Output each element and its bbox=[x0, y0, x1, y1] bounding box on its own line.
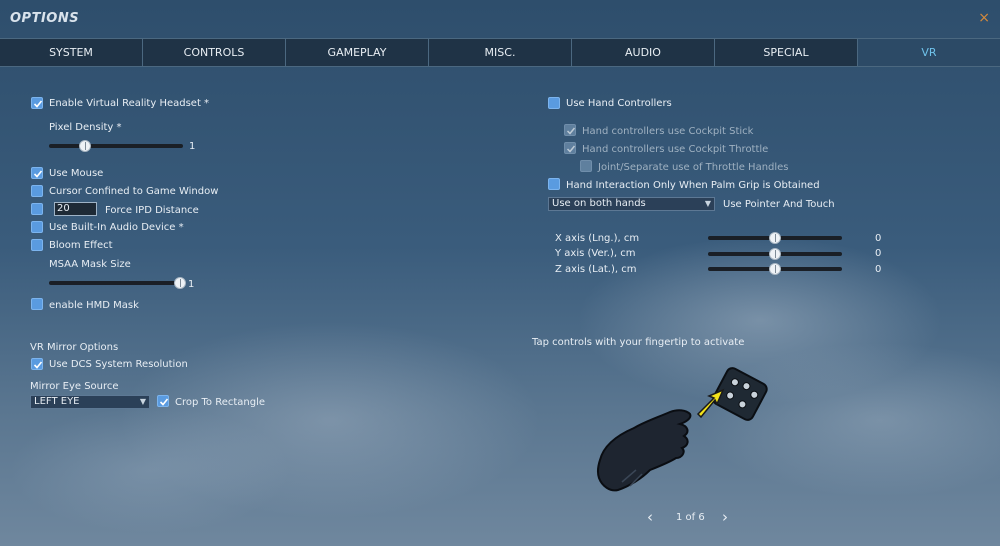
dcs-resolution-label: Use DCS System Resolution bbox=[49, 359, 188, 370]
bloom-checkbox[interactable] bbox=[31, 239, 43, 251]
tab-system[interactable]: SYSTEM bbox=[0, 39, 143, 66]
z-axis-knob[interactable] bbox=[769, 263, 781, 275]
tab-misc[interactable]: MISC. bbox=[429, 39, 572, 66]
tab-special[interactable]: SPECIAL bbox=[715, 39, 858, 66]
mirror-heading: VR Mirror Options bbox=[30, 342, 119, 353]
y-axis-knob[interactable] bbox=[769, 248, 781, 260]
mirror-eye-value: LEFT EYE bbox=[34, 396, 80, 407]
msaa-label: MSAA Mask Size bbox=[49, 259, 131, 270]
window-title: OPTIONS bbox=[10, 11, 80, 26]
hmd-mask-checkbox[interactable] bbox=[31, 298, 43, 310]
enable-vr-label: Enable Virtual Reality Headset * bbox=[49, 98, 210, 109]
hands-select[interactable]: Use on both hands ▼ bbox=[548, 197, 715, 211]
y-axis-label: Y axis (Ver.), cm bbox=[555, 248, 636, 259]
pixel-density-slider[interactable] bbox=[49, 144, 183, 148]
pager-text: 1 of 6 bbox=[676, 512, 705, 523]
glove-tap-controller-icon bbox=[596, 367, 768, 492]
tip-text: Tap controls with your fingertip to acti… bbox=[532, 337, 745, 348]
hmd-mask-label: enable HMD Mask bbox=[49, 300, 139, 311]
cockpit-stick-checkbox[interactable] bbox=[564, 124, 576, 136]
chevron-right-icon[interactable]: › bbox=[722, 508, 728, 526]
z-axis-value: 0 bbox=[875, 264, 882, 275]
x-axis-value: 0 bbox=[875, 233, 882, 244]
hand-controllers-checkbox[interactable] bbox=[548, 97, 560, 109]
force-ipd-label: Force IPD Distance bbox=[105, 205, 199, 216]
chevron-left-icon[interactable]: ‹ bbox=[647, 508, 653, 526]
cockpit-throttle-label: Hand controllers use Cockpit Throttle bbox=[582, 144, 769, 155]
builtin-audio-label: Use Built-In Audio Device * bbox=[49, 222, 184, 233]
enable-vr-checkbox[interactable] bbox=[31, 97, 43, 109]
force-ipd-checkbox[interactable] bbox=[31, 203, 43, 215]
pixel-density-knob[interactable] bbox=[79, 140, 91, 152]
tab-bar: SYSTEM CONTROLS GAMEPLAY MISC. AUDIO SPE… bbox=[0, 38, 1000, 67]
msaa-value: 1 bbox=[188, 279, 195, 290]
msaa-knob[interactable] bbox=[174, 277, 186, 289]
cockpit-stick-label: Hand controllers use Cockpit Stick bbox=[582, 126, 754, 137]
chevron-down-icon: ▼ bbox=[704, 199, 711, 208]
throttle-handles-checkbox[interactable] bbox=[580, 160, 592, 172]
use-mouse-checkbox[interactable] bbox=[31, 167, 43, 179]
tab-gameplay[interactable]: GAMEPLAY bbox=[286, 39, 429, 66]
hand-controllers-label: Use Hand Controllers bbox=[566, 98, 672, 109]
tab-vr[interactable]: VR bbox=[858, 39, 1000, 66]
pixel-density-label: Pixel Density * bbox=[49, 122, 122, 133]
builtin-audio-checkbox[interactable] bbox=[31, 221, 43, 233]
pixel-density-value: 1 bbox=[189, 141, 196, 152]
title-bar: OPTIONS × bbox=[0, 0, 1000, 38]
tab-audio[interactable]: AUDIO bbox=[572, 39, 715, 66]
use-mouse-label: Use Mouse bbox=[49, 168, 104, 179]
crop-rect-checkbox[interactable] bbox=[157, 395, 169, 407]
mirror-eye-select[interactable]: LEFT EYE ▼ bbox=[30, 395, 150, 409]
close-icon[interactable]: × bbox=[978, 10, 990, 26]
bloom-label: Bloom Effect bbox=[49, 240, 113, 251]
ipd-input[interactable]: 20 bbox=[54, 202, 97, 216]
cockpit-throttle-checkbox[interactable] bbox=[564, 142, 576, 154]
hands-select-value: Use on both hands bbox=[552, 198, 646, 209]
dcs-resolution-checkbox[interactable] bbox=[31, 358, 43, 370]
tab-controls[interactable]: CONTROLS bbox=[143, 39, 286, 66]
cursor-confined-checkbox[interactable] bbox=[31, 185, 43, 197]
x-axis-knob[interactable] bbox=[769, 232, 781, 244]
pointer-touch-label: Use Pointer And Touch bbox=[723, 199, 835, 210]
y-axis-value: 0 bbox=[875, 248, 882, 259]
throttle-handles-label: Joint/Separate use of Throttle Handles bbox=[598, 162, 789, 173]
crop-rect-label: Crop To Rectangle bbox=[175, 397, 266, 408]
chevron-down-icon: ▼ bbox=[139, 397, 146, 406]
palm-grip-label: Hand Interaction Only When Palm Grip is … bbox=[566, 180, 820, 191]
palm-grip-checkbox[interactable] bbox=[548, 178, 560, 190]
msaa-slider[interactable] bbox=[49, 281, 183, 285]
x-axis-label: X axis (Lng.), cm bbox=[555, 233, 640, 244]
cursor-confined-label: Cursor Confined to Game Window bbox=[49, 186, 219, 197]
z-axis-label: Z axis (Lat.), cm bbox=[555, 264, 637, 275]
mirror-eye-label: Mirror Eye Source bbox=[30, 381, 119, 392]
